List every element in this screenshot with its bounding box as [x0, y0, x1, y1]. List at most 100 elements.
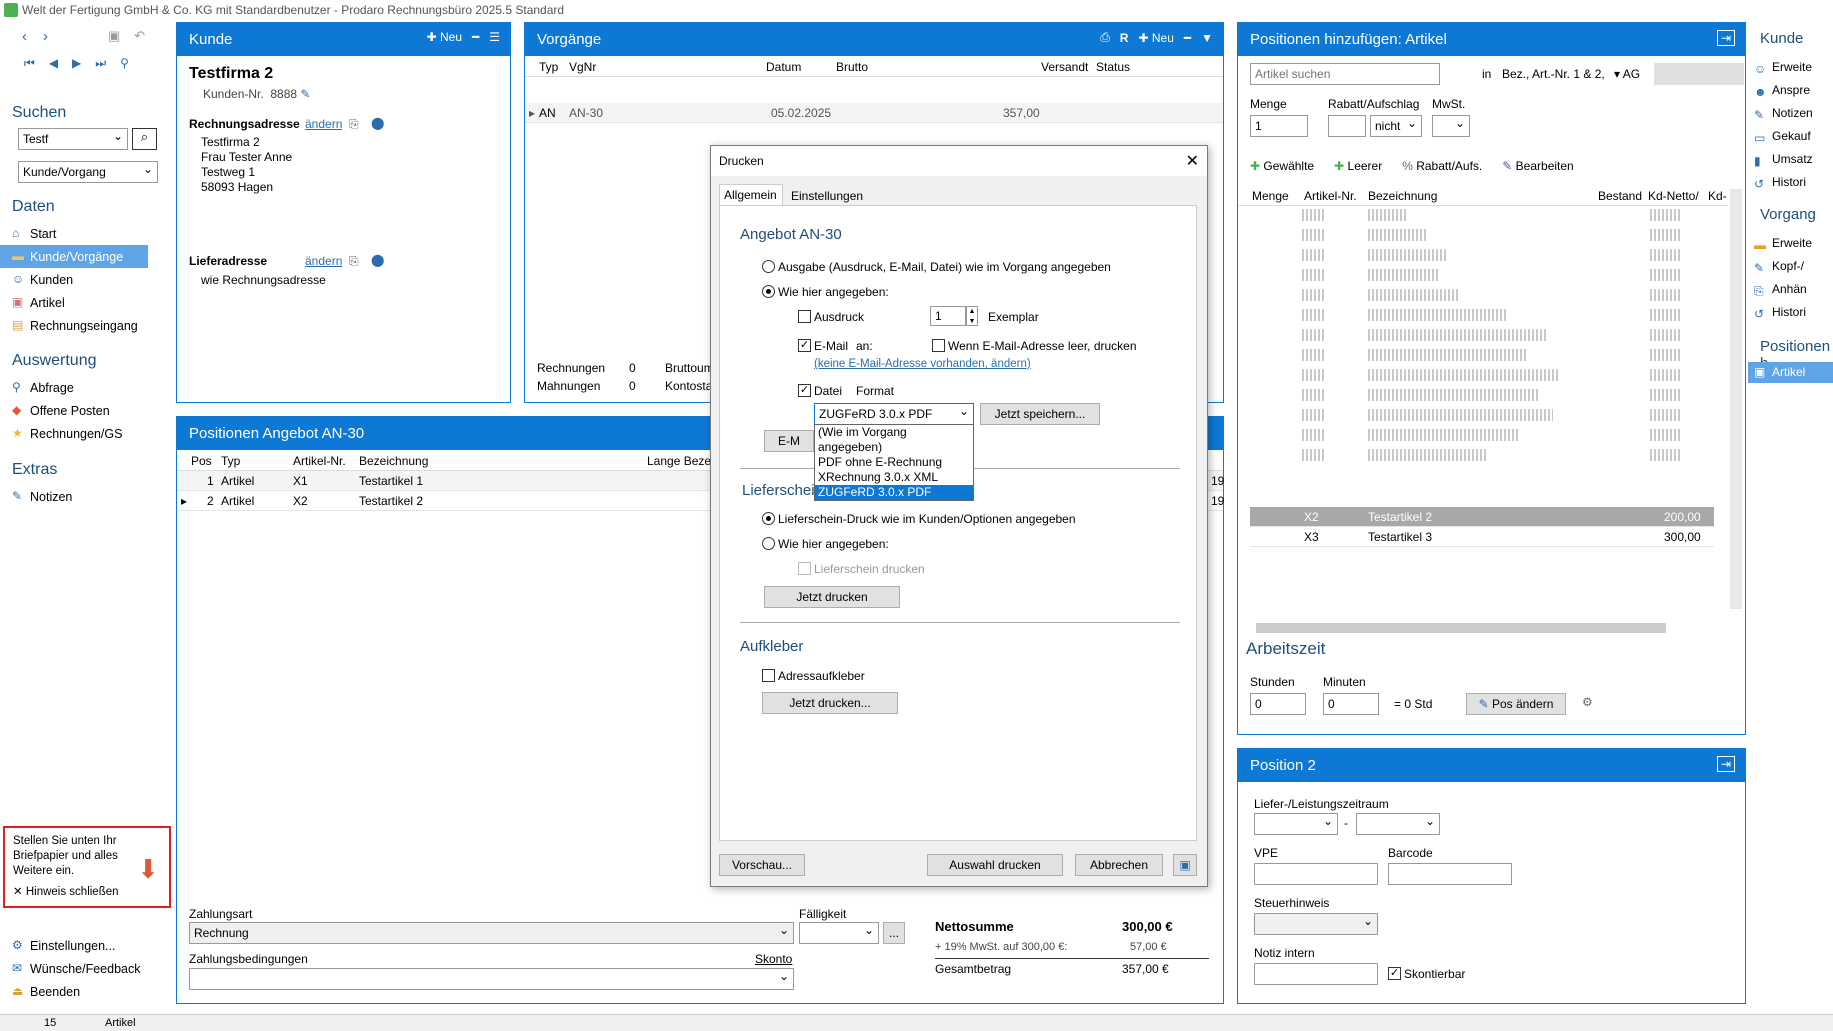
nav-artikel[interactable]: ▣ Artikel [0, 291, 148, 314]
horizontal-scrollbar[interactable] [1256, 623, 1666, 633]
exemplar-spinner[interactable]: ▲ ▼ [966, 306, 978, 326]
vorschau-button[interactable]: Vorschau... [719, 854, 805, 876]
zahlungsbedingungen-select[interactable] [189, 968, 794, 990]
zeitraum-from[interactable] [1254, 813, 1338, 835]
format-option[interactable]: XRechnung 3.0.x XML [815, 470, 973, 485]
minus-icon[interactable]: ━ [472, 30, 479, 44]
nav-kunde-vorgaenge[interactable]: ▬ Kunde/Vorgänge [0, 245, 148, 268]
search-mode-select[interactable]: Kunde/Vorgang [18, 161, 158, 183]
bearbeiten-button[interactable]: ✎ Bearbeiten [1502, 159, 1573, 173]
nav-rechnungen-gs[interactable]: ★ Rechnungen/GS [0, 422, 148, 445]
first-icon[interactable]: ⏮ [24, 56, 35, 71]
skontierbar-checkbox[interactable]: ✓ [1388, 967, 1401, 980]
prev-icon[interactable]: ◀ [49, 56, 58, 71]
jetzt-speichern-button[interactable]: Jetzt speichern... [980, 403, 1100, 425]
zahlungsart-select[interactable]: Rechnung [189, 922, 794, 944]
right-item[interactable]: Anspre [1772, 79, 1813, 102]
next-icon[interactable]: ▶ [72, 56, 81, 71]
right-item[interactable]: Histori [1772, 171, 1813, 194]
notiz-input[interactable] [1254, 963, 1378, 985]
table-row[interactable]: ▸ AN AN-30 05.02.2025 357,00 [525, 103, 1223, 123]
table-row[interactable]: X3 Testartikel 3 300,00 [1250, 527, 1714, 547]
rabatt-mode-select[interactable]: nicht [1370, 115, 1422, 137]
format-option[interactable]: (Wie im Vorgang angegeben) [815, 425, 973, 455]
vorgaenge-new-button[interactable]: ✚ Neu [1138, 31, 1173, 45]
steuer-select[interactable] [1254, 913, 1378, 935]
mwst-select[interactable] [1432, 115, 1470, 137]
nav-kunden[interactable]: ☺ Kunden [0, 268, 148, 291]
vertical-scrollbar[interactable] [1730, 189, 1742, 609]
right-item[interactable]: Gekauf [1772, 125, 1813, 148]
nav-feedback[interactable]: ✉ Wünsche/Feedback [0, 957, 148, 980]
right-item[interactable]: Umsatz [1772, 148, 1813, 171]
undo-icon[interactable]: ↶ [134, 28, 145, 44]
save-icon[interactable]: ▣ [1173, 854, 1197, 876]
skonto-link[interactable]: Skonto [755, 952, 792, 966]
datei-checkbox[interactable]: ✓ [798, 384, 811, 397]
nav-abfrage[interactable]: ⚲ Abfrage [0, 376, 148, 399]
right-item[interactable]: Erweite [1772, 232, 1812, 255]
back-icon[interactable]: ‹ [22, 28, 27, 45]
opt-vorgang-radio[interactable] [762, 260, 775, 273]
nav-rechnungseingang[interactable]: ▤ Rechnungseingang [0, 314, 148, 337]
edit-icon[interactable]: ✎ [300, 87, 310, 101]
menu-icon[interactable]: ☰ [489, 30, 500, 44]
tab-allgemein[interactable]: Allgemein [719, 184, 783, 206]
in-select[interactable]: Bez., Art.-Nr. 1 & 2, [1502, 67, 1605, 81]
vpe-input[interactable] [1254, 863, 1378, 885]
copy-icon[interactable]: ⎘ [349, 254, 359, 269]
settings-icon[interactable]: ⚙ [1582, 695, 1593, 709]
save-icon[interactable]: ▣ [108, 28, 120, 44]
ls-opt1-radio[interactable] [762, 512, 775, 525]
collapse-icon[interactable]: ⇥ [1716, 756, 1735, 772]
right-item[interactable]: Anhän [1772, 278, 1812, 301]
ag-field[interactable] [1654, 63, 1744, 85]
tab-einstellungen[interactable]: Einstellungen [787, 186, 867, 206]
kunde-new-button[interactable]: ✚ Neu [427, 30, 462, 44]
jetzt-drucken2-button[interactable]: Jetzt drucken... [762, 692, 898, 714]
artikel-search-input[interactable] [1250, 63, 1440, 85]
filter-icon[interactable]: ▼ [1201, 31, 1213, 45]
gewaehlte-button[interactable]: ✚ Gewählte [1250, 159, 1314, 173]
exemplar-input[interactable]: 1 [930, 306, 966, 326]
nav-notizen[interactable]: ✎ Notizen [0, 485, 148, 508]
table-row[interactable]: X2 Testartikel 2 200,00 [1250, 507, 1714, 527]
search-button[interactable]: ⌕ [132, 128, 157, 150]
wenn-leer-checkbox[interactable] [932, 339, 945, 352]
nav-beenden[interactable]: ⏏ Beenden [0, 980, 148, 1003]
faelligkeit-select[interactable] [799, 922, 879, 944]
email-button[interactable]: E-M [764, 430, 814, 452]
barcode-input[interactable] [1388, 863, 1512, 885]
collapse-icon[interactable]: ⇥ [1716, 30, 1735, 46]
close-icon[interactable]: ✕ [1186, 151, 1199, 171]
email-aendern-link[interactable]: (keine E-Mail-Adresse vorhanden, ändern) [814, 358, 1031, 370]
ls-opt2-radio[interactable] [762, 537, 775, 550]
right-item[interactable]: Histori [1772, 301, 1812, 324]
stunden-input[interactable]: 0 [1250, 693, 1306, 715]
leerer-button[interactable]: ✚ Leerer [1334, 159, 1382, 173]
nav-offene-posten[interactable]: ◆ Offene Posten [0, 399, 148, 422]
ausdruck-checkbox[interactable] [798, 310, 811, 323]
copy-icon[interactable]: ⎘ [349, 117, 359, 132]
map-pin-icon[interactable]: ⬤ [371, 253, 384, 267]
opt-hier-radio[interactable] [762, 285, 775, 298]
format-option[interactable]: PDF ohne E-Rechnung [815, 455, 973, 470]
adressaufkleber-checkbox[interactable] [762, 669, 775, 682]
lieferadresse-aendern-link[interactable]: ändern [305, 254, 342, 268]
forward-icon[interactable]: › [43, 28, 48, 45]
nav-start[interactable]: ⌂ Start [0, 222, 148, 245]
right-item[interactable]: Kopf-/ [1772, 255, 1812, 278]
last-icon[interactable]: ⏭ [95, 56, 106, 71]
format-option-selected[interactable]: ZUGFeRD 3.0.x PDF [815, 485, 973, 500]
print-icon[interactable]: ⎙ [1100, 30, 1110, 45]
right-item[interactable]: Erweite [1772, 56, 1813, 79]
hint-close[interactable]: ✕ Hinweis schließen [13, 885, 161, 900]
faelligkeit-more-button[interactable]: ... [883, 922, 905, 944]
zeitraum-to[interactable] [1356, 813, 1440, 835]
abbrechen-button[interactable]: Abbrechen [1075, 854, 1163, 876]
ls-drucken-checkbox[interactable] [798, 562, 811, 575]
map-pin-icon[interactable]: ⬤ [371, 116, 384, 130]
minuten-input[interactable]: 0 [1323, 693, 1379, 715]
minus-icon[interactable]: ━ [1184, 31, 1191, 45]
format-select[interactable]: ZUGFeRD 3.0.x PDF [814, 403, 974, 425]
